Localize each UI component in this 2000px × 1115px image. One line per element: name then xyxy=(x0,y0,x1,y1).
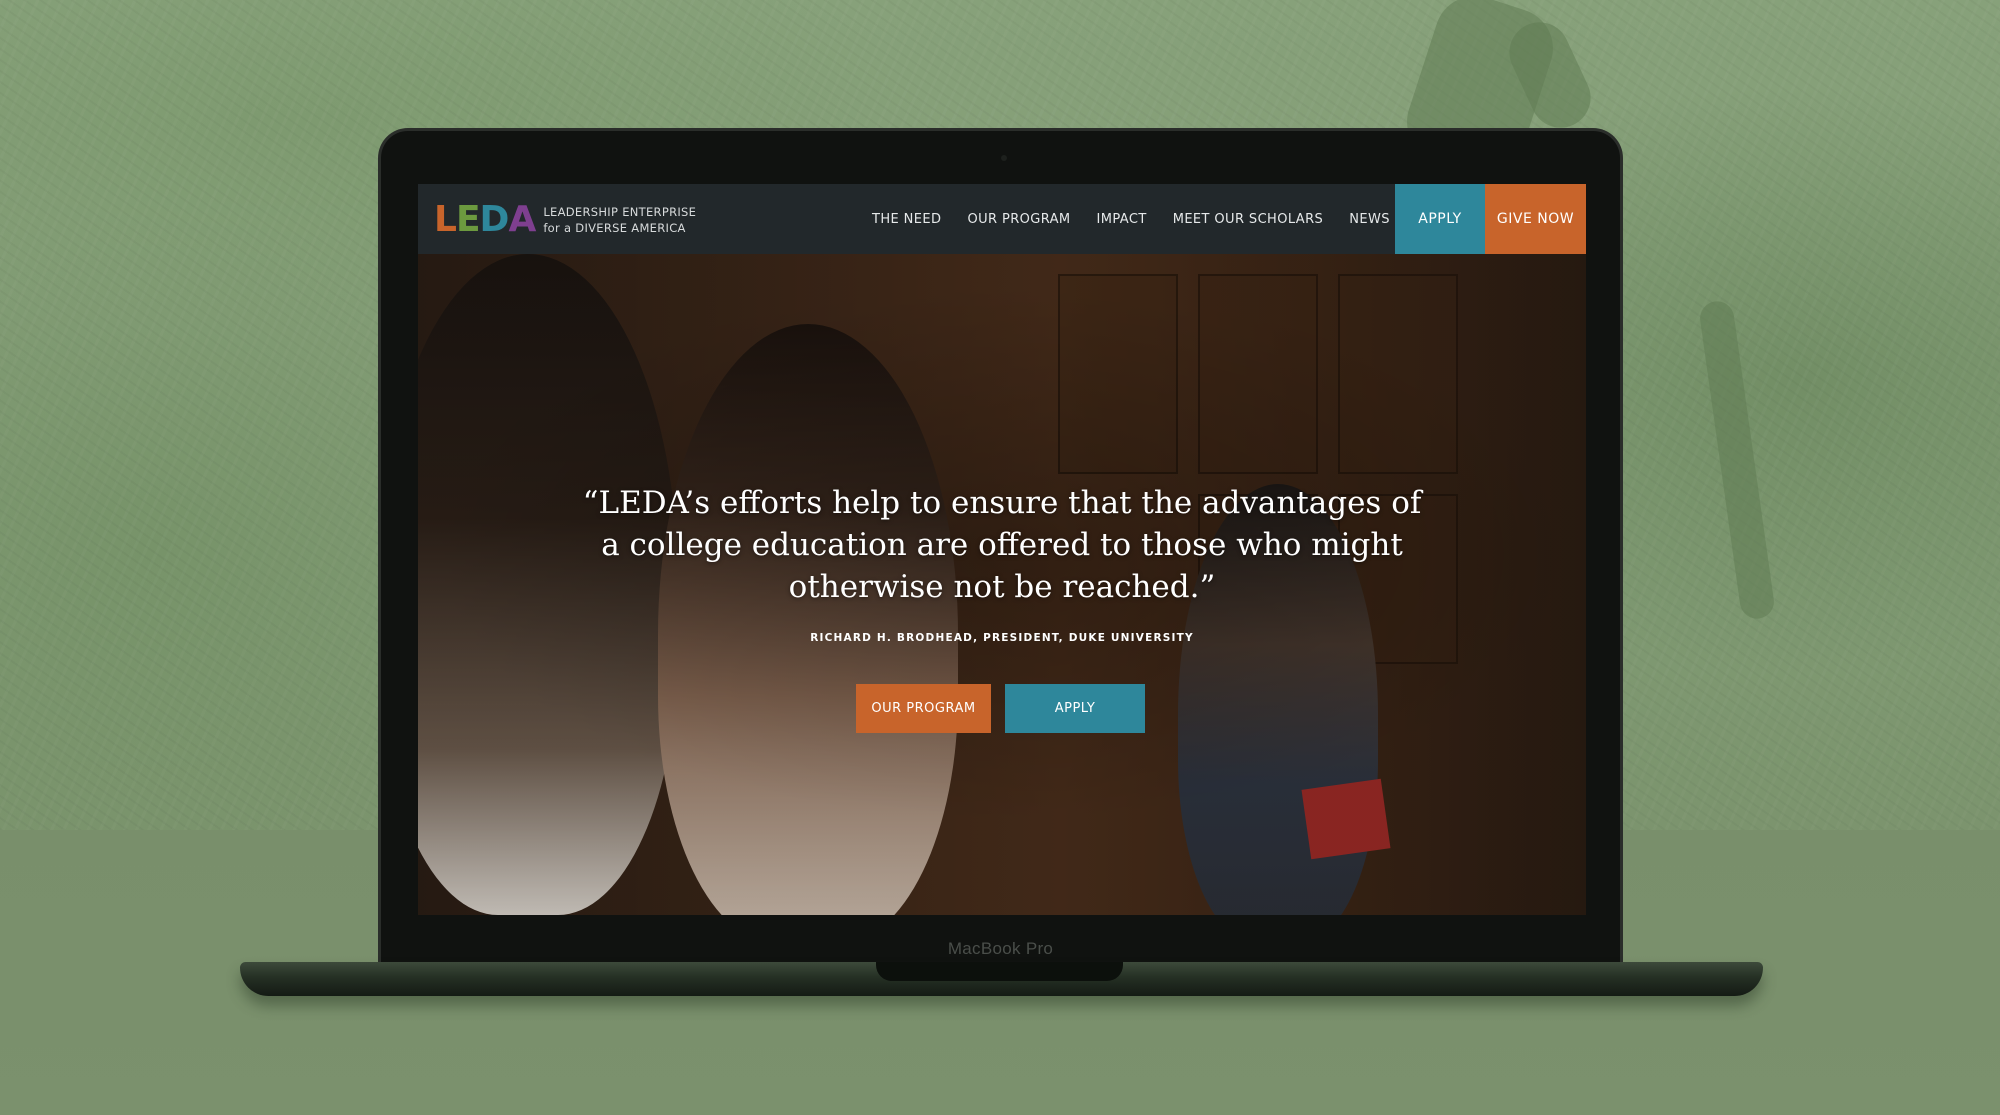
logo-tagline-line1: LEADERSHIP ENTERPRISE xyxy=(543,205,697,219)
nav-link-meet-our-scholars[interactable]: MEET OUR SCHOLARS xyxy=(1173,212,1324,227)
site-logo[interactable]: L E D A LEADERSHIP ENTERPRISE for a DIVE… xyxy=(434,201,696,239)
laptop-model-label: MacBook Pro xyxy=(947,939,1054,958)
hero-quote: “LEDA’s efforts help to ensure that the … xyxy=(582,485,1422,605)
site-header: L E D A LEADERSHIP ENTERPRISE for a DIVE… xyxy=(418,184,1586,254)
hero-section: “LEDA’s efforts help to ensure that the … xyxy=(418,254,1586,915)
our-program-button[interactable]: OUR PROGRAM xyxy=(856,684,991,733)
logo-letter-e: E xyxy=(455,199,481,240)
logo-tagline-line2: for a DIVERSE AMERICA xyxy=(543,221,686,235)
nav-give-now-button[interactable]: GIVE NOW xyxy=(1485,184,1586,254)
nav-link-the-need[interactable]: THE NEED xyxy=(872,212,941,227)
website-screen: L E D A LEADERSHIP ENTERPRISE for a DIVE… xyxy=(418,184,1586,915)
logo-letter-d: D xyxy=(479,199,510,240)
camera-icon xyxy=(1001,155,1007,161)
nav-link-impact[interactable]: IMPACT xyxy=(1097,212,1147,227)
hero-quote-attribution: RICHARD H. BRODHEAD, PRESIDENT, DUKE UNI… xyxy=(810,632,1194,644)
logo-wordmark: L E D A xyxy=(434,199,536,240)
nav-link-our-program[interactable]: OUR PROGRAM xyxy=(967,212,1070,227)
hero-apply-button[interactable]: APPLY xyxy=(1005,684,1145,733)
logo-letter-l: L xyxy=(434,199,457,240)
main-nav: THE NEED OUR PROGRAM IMPACT MEET OUR SCH… xyxy=(872,184,1479,254)
logo-tagline: LEADERSHIP ENTERPRISE for a DIVERSE AMER… xyxy=(543,204,696,236)
laptop-base xyxy=(240,962,1763,996)
logo-letter-a: A xyxy=(508,199,536,240)
laptop-notch xyxy=(876,962,1123,981)
nav-apply-button[interactable]: APPLY xyxy=(1395,184,1485,254)
